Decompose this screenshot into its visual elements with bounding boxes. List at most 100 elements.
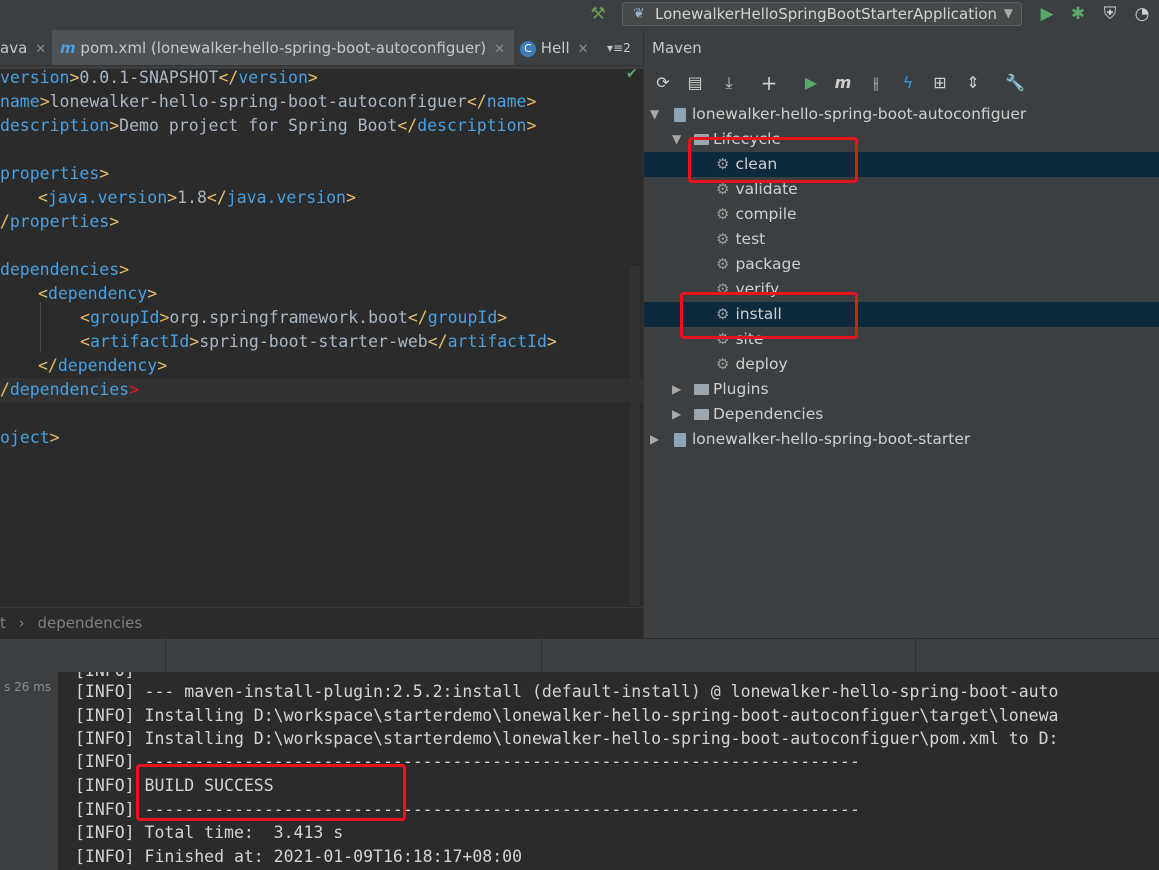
run-configuration-label: LonewalkerHelloSpringBootStarterApplicat… (655, 5, 997, 23)
gear-icon: ⚙ (716, 255, 730, 273)
code-line: <properties> (0, 164, 110, 183)
tabs-overflow-button[interactable]: ▾≡2 (607, 30, 643, 65)
code-line: <dependencies> (0, 260, 130, 279)
collapse-arrow-icon[interactable]: ▶ (672, 402, 681, 427)
reload-icon[interactable]: ⟳ (652, 72, 674, 94)
toggle-offline-icon[interactable]: ⫲ (865, 72, 887, 94)
code-line: <description>Demo project for Spring Boo… (0, 116, 537, 135)
close-icon[interactable]: ✕ (494, 42, 505, 57)
settings-wrench-icon[interactable]: 🔧 (1004, 72, 1026, 94)
tab-hello-class[interactable]: C Hell ✕ (520, 30, 605, 65)
close-icon[interactable]: ✕ (578, 42, 589, 57)
divider (165, 639, 166, 673)
maven-panel-title: Maven (652, 39, 702, 57)
code-line: <dependency> (38, 284, 158, 303)
gear-icon: ⚙ (716, 205, 730, 223)
maven-file-icon: m (60, 39, 76, 57)
code-line: <name>lonewalker-hello-spring-boot-autoc… (0, 92, 537, 111)
code-line: <java.version>1.8</java.version> (38, 188, 356, 207)
tree-label: package (735, 255, 801, 273)
collapse-all-icon[interactable]: ⇕ (962, 72, 984, 94)
breadcrumb-separator: › (18, 614, 25, 632)
code-line-current: </dependencies> (0, 378, 643, 402)
add-icon[interactable]: + (758, 72, 780, 94)
tab-pom-xml[interactable]: m pom.xml (lonewalker-hello-spring-boot-… (52, 30, 514, 65)
tree-label: test (735, 230, 766, 248)
folder-icon (694, 409, 709, 420)
tree-label: compile (735, 205, 797, 223)
highlight-box-clean (688, 137, 858, 183)
tree-dependencies[interactable]: ▶ Dependencies (644, 402, 1159, 427)
generate-sources-icon[interactable]: ▤ (684, 72, 706, 94)
run-tree-panel: s 26 ms (0, 672, 58, 870)
tree-phase-test[interactable]: ⚙ test (644, 227, 1159, 252)
chevron-down-icon: ▾≡ (607, 41, 624, 55)
class-icon: C (520, 40, 536, 57)
tree-project-autoconfiguer[interactable]: ▼ lonewalker-hello-spring-boot-autoconfi… (644, 102, 1159, 127)
console-line: [INFO] Finished at: 2021-01-09T16:18:17+… (75, 847, 523, 866)
coverage-icon[interactable]: ⛨ (1100, 4, 1120, 24)
tree-label: lonewalker-hello-spring-boot-autoconfigu… (692, 105, 1027, 123)
spring-boot-icon: ❦ (633, 6, 645, 22)
collapse-arrow-icon[interactable]: ▶ (650, 427, 659, 452)
highlight-box-install (680, 292, 858, 339)
check-icon: ✔ (626, 66, 638, 82)
run-icon[interactable]: ▶ (1037, 4, 1057, 24)
skip-tests-icon[interactable]: ϟ (897, 72, 919, 94)
indent-guide (40, 302, 41, 352)
console-line: [INFO] Installing D:\workspace\starterde… (75, 706, 1059, 725)
code-editor[interactable]: ✔ <version>0.0.1-SNAPSHOT</version> <nam… (0, 66, 643, 606)
collapse-arrow-icon[interactable]: ▶ (672, 377, 681, 402)
code-line: </properties> (0, 212, 120, 231)
code-line: </dependency> (38, 356, 168, 375)
code-line: <artifactId>spring-boot-starter-web</art… (80, 332, 557, 351)
folder-icon (694, 384, 709, 395)
maven-goal-icon[interactable]: m (832, 72, 854, 94)
breadcrumb-item[interactable]: t (0, 614, 6, 632)
tab-java-file[interactable]: ava ✕ (0, 30, 52, 65)
tab-label: pom.xml (lonewalker-hello-spring-boot-au… (80, 39, 487, 57)
gear-icon: ⚙ (716, 230, 730, 248)
tree-label: lonewalker-hello-spring-boot-starter (692, 430, 971, 448)
tree-label: deploy (735, 355, 788, 373)
maven-module-icon (674, 107, 686, 122)
close-icon[interactable]: ✕ (35, 42, 46, 57)
run-tool-window-header (0, 638, 1159, 673)
code-line: <groupId>org.springframework.boot</group… (80, 308, 508, 327)
show-dependencies-icon[interactable]: ⊞ (929, 72, 951, 94)
maven-toolbar: ⟳ ▤ ⤓ + ▶ m ⫲ ϟ ⊞ ⇕ 🔧 (644, 66, 1159, 98)
code-line: <version>0.0.1-SNAPSHOT</version> (0, 68, 318, 87)
hammer-icon[interactable]: ⚒ (588, 4, 608, 24)
tree-plugins[interactable]: ▶ Plugins (644, 377, 1159, 402)
tab-label: Hell (540, 39, 570, 57)
debug-icon[interactable]: ✱ (1068, 4, 1088, 24)
download-icon[interactable]: ⤓ (718, 72, 740, 94)
editor-tab-bar: ava ✕ m pom.xml (lonewalker-hello-spring-… (0, 30, 643, 66)
divider (541, 639, 542, 673)
run-configuration-selector[interactable]: ❦ LonewalkerHelloSpringBootStarterApplic… (622, 2, 1022, 26)
gear-icon: ⚙ (716, 355, 730, 373)
divider (915, 639, 916, 673)
maven-module-icon (674, 432, 686, 447)
tree-label: Dependencies (713, 405, 824, 423)
tab-label: ava (0, 39, 28, 57)
tree-phase-compile[interactable]: ⚙ compile (644, 202, 1159, 227)
console-line: [INFO] --- maven-install-plugin:2.5.2:in… (75, 682, 1059, 701)
tree-phase-deploy[interactable]: ⚙ deploy (644, 352, 1159, 377)
top-toolbar: ⚒ ❦ LonewalkerHelloSpringBootStarterAppl… (0, 0, 1159, 30)
tree-label: Plugins (713, 380, 769, 398)
expand-arrow-icon[interactable]: ▼ (672, 127, 681, 152)
tree-project-starter[interactable]: ▶ lonewalker-hello-spring-boot-starter (644, 427, 1159, 452)
console-line: [INFO] Total time: 3.413 s (75, 823, 344, 842)
profile-icon[interactable]: ◔ (1132, 4, 1152, 24)
console-line: [INFO] Installing D:\workspace\starterde… (75, 729, 1059, 748)
tree-phase-package[interactable]: ⚙ package (644, 252, 1159, 277)
breadcrumb-item[interactable]: dependencies (37, 614, 142, 632)
tabs-overflow-count: 2 (623, 41, 631, 55)
breadcrumb: t › dependencies (0, 607, 643, 638)
run-icon[interactable]: ▶ (800, 72, 822, 94)
editor-scrollbar[interactable] (630, 266, 640, 606)
highlight-box-build-success (136, 764, 406, 821)
expand-arrow-icon[interactable]: ▼ (650, 102, 659, 127)
build-duration: s 26 ms (4, 680, 52, 694)
